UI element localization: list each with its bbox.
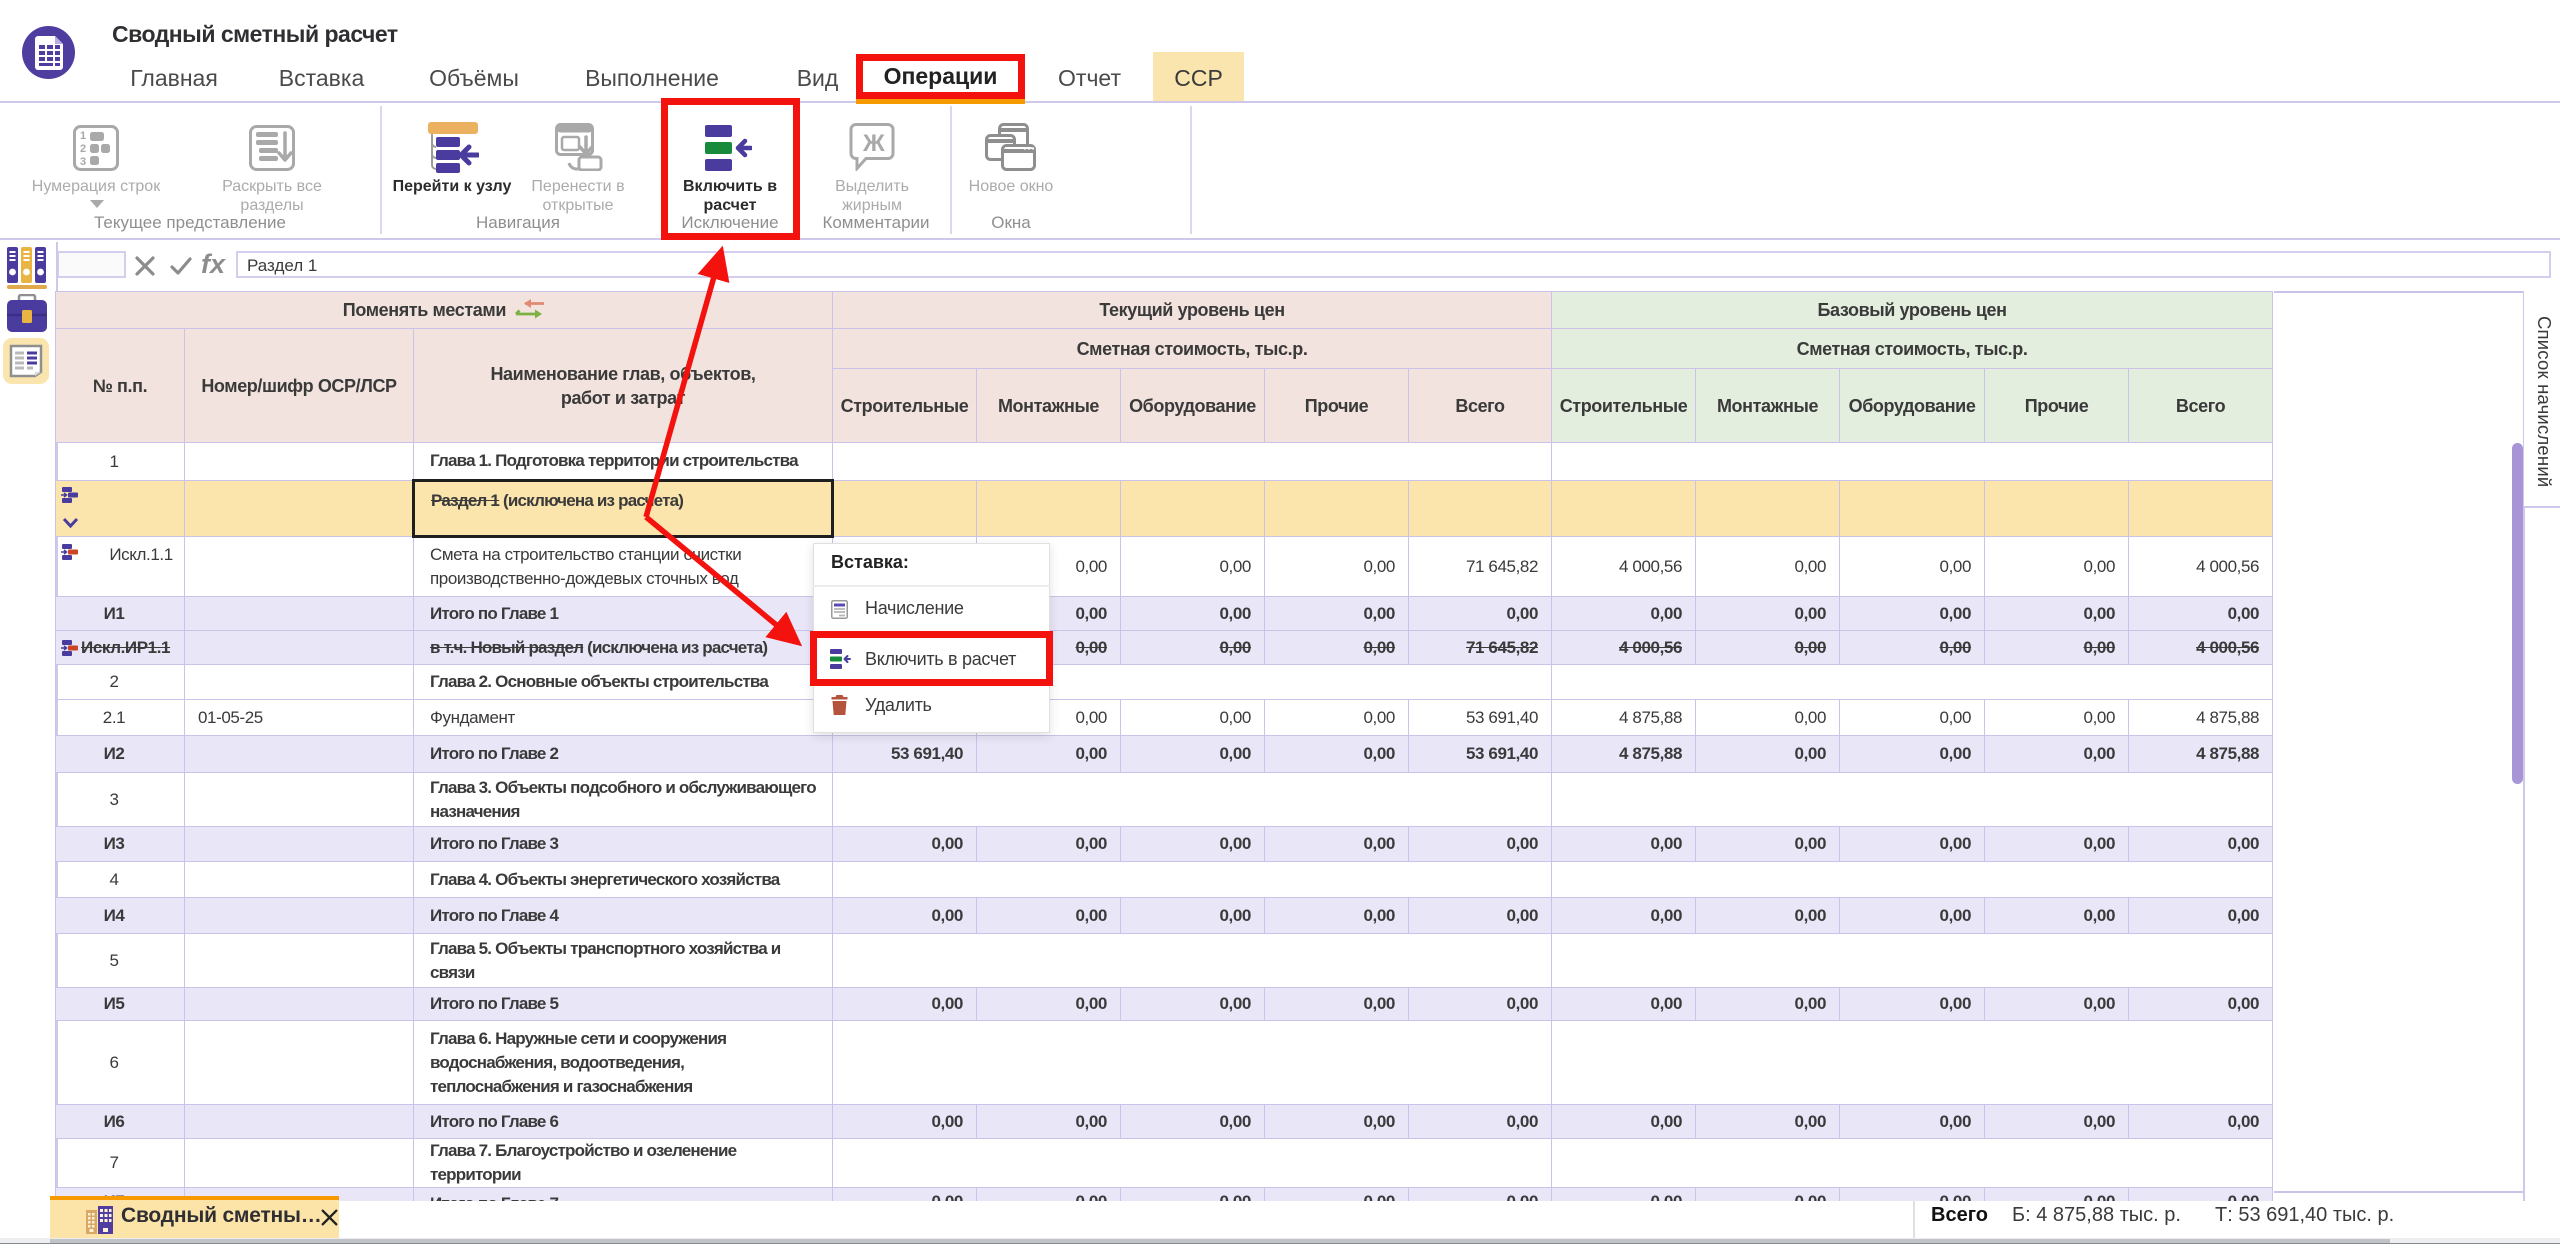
svg-text:1: 1 <box>80 130 86 142</box>
svg-text:Ж: Ж <box>862 130 885 157</box>
svg-text:3: 3 <box>80 156 86 168</box>
svg-text:2: 2 <box>80 143 86 155</box>
